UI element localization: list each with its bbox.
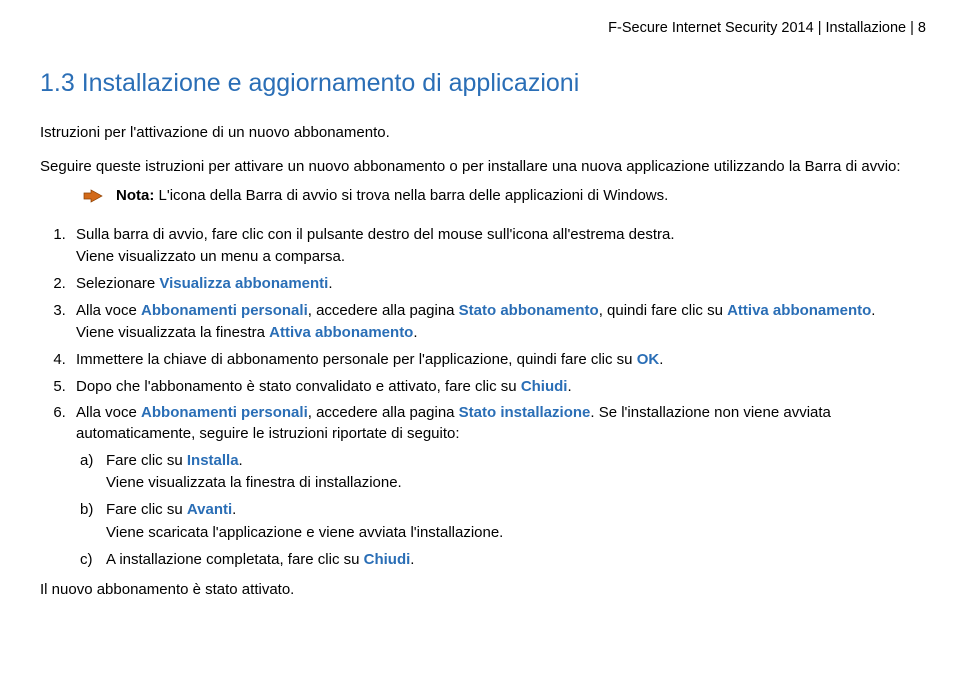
note-block: Nota: L'icona della Barra di avvio si tr…: [82, 186, 926, 211]
step-6: Alla voce Abbonamenti personali, acceder…: [70, 403, 926, 570]
step-2-b: .: [328, 275, 332, 292]
step-3-hl1: Abbonamenti personali: [141, 302, 308, 319]
step-1-sub: Viene visualizzato un menu a comparsa.: [76, 247, 926, 268]
step-5-b: .: [567, 378, 571, 395]
sub-c-hl: Chiudi: [364, 551, 411, 568]
step-3-hl2: Stato abbonamento: [459, 302, 599, 319]
sub-a-sub: Viene visualizzata la finestra di instal…: [106, 473, 926, 494]
page-header: F-Secure Internet Security 2014 | Instal…: [40, 18, 926, 38]
step-2-a: Selezionare: [76, 275, 159, 292]
sub-c-b: .: [410, 551, 414, 568]
sub-a-b: .: [239, 452, 243, 469]
step-2-highlight: Visualizza abbonamenti: [159, 275, 328, 292]
step-2: Selezionare Visualizza abbonamenti.: [70, 274, 926, 295]
step-3-sub-b: .: [413, 324, 417, 341]
step-5: Dopo che l'abbonamento è stato convalida…: [70, 377, 926, 398]
sub-b-sub: Viene scaricata l'applicazione e viene a…: [106, 523, 926, 544]
intro-text: Istruzioni per l'attivazione di un nuovo…: [40, 123, 926, 144]
step-3-sub-a: Viene visualizzata la finestra: [76, 324, 269, 341]
step-4-b: .: [659, 351, 663, 368]
sub-a-text: Fare clic su: [106, 452, 187, 469]
step-1-text: Sulla barra di avvio, fare clic con il p…: [76, 226, 675, 243]
note-text: Nota: L'icona della Barra di avvio si tr…: [116, 186, 926, 207]
document-page: F-Secure Internet Security 2014 | Instal…: [0, 0, 960, 677]
step-5-hl: Chiudi: [521, 378, 568, 395]
sub-a-hl: Installa: [187, 452, 239, 469]
step-3-sub: Viene visualizzata la finestra Attiva ab…: [76, 323, 926, 344]
section-title: 1.3 Installazione e aggiornamento di app…: [40, 66, 926, 101]
step-3: Alla voce Abbonamenti personali, acceder…: [70, 301, 926, 344]
pointing-hand-icon: [82, 188, 104, 211]
steps-list: Sulla barra di avvio, fare clic con il p…: [40, 225, 926, 571]
step-3-c: , quindi fare clic su: [599, 302, 727, 319]
step-4: Immettere la chiave di abbonamento perso…: [70, 350, 926, 371]
sub-b-hl: Avanti: [187, 501, 232, 518]
step-3-sub-hl: Attiva abbonamento: [269, 324, 413, 341]
sub-c-text: A installazione completata, fare clic su: [106, 551, 364, 568]
step-4-hl: OK: [637, 351, 660, 368]
step-6-b: , accedere alla pagina: [308, 404, 459, 421]
step-3-d: .: [871, 302, 875, 319]
lead-text: Seguire queste istruzioni per attivare u…: [40, 157, 926, 178]
step-3-a: Alla voce: [76, 302, 141, 319]
sub-b-b: .: [232, 501, 236, 518]
sub-step-a: Fare clic su Installa. Viene visualizzat…: [106, 451, 926, 494]
sub-step-b: Fare clic su Avanti. Viene scaricata l'a…: [106, 500, 926, 543]
step-3-b: , accedere alla pagina: [308, 302, 459, 319]
sub-b-text: Fare clic su: [106, 501, 187, 518]
step-6-hl1: Abbonamenti personali: [141, 404, 308, 421]
closing-text: Il nuovo abbonamento è stato attivato.: [40, 580, 926, 601]
step-4-a: Immettere la chiave di abbonamento perso…: [76, 351, 637, 368]
step-3-hl3: Attiva abbonamento: [727, 302, 871, 319]
step-1: Sulla barra di avvio, fare clic con il p…: [70, 225, 926, 268]
note-body: L'icona della Barra di avvio si trova ne…: [159, 187, 669, 204]
step-6-a: Alla voce: [76, 404, 141, 421]
sub-step-c: A installazione completata, fare clic su…: [106, 550, 926, 571]
step-5-a: Dopo che l'abbonamento è stato convalida…: [76, 378, 521, 395]
sub-steps-list: Fare clic su Installa. Viene visualizzat…: [76, 451, 926, 570]
note-label: Nota:: [116, 187, 154, 204]
step-6-hl2: Stato installazione: [459, 404, 591, 421]
